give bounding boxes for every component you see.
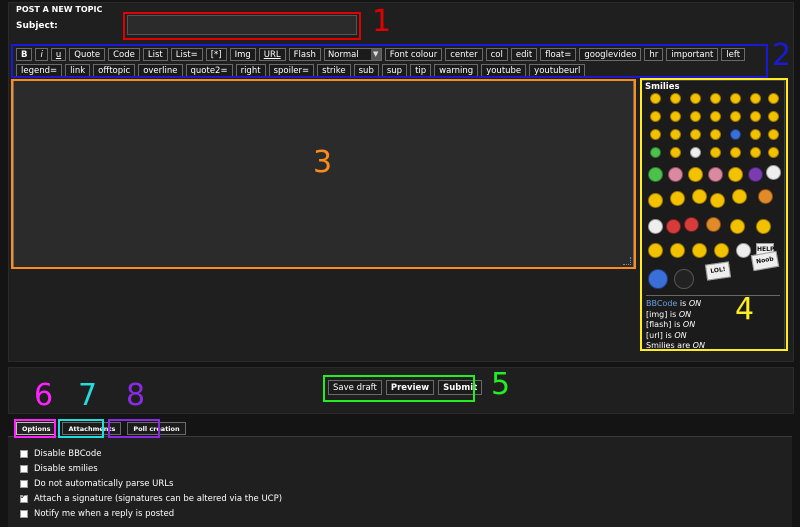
annotation-box-6 (14, 419, 56, 438)
annotation-label-8: 8 (126, 378, 146, 413)
checkbox[interactable] (20, 449, 28, 458)
annotation-box-5 (323, 375, 475, 402)
annotation-label-7: 7 (78, 378, 98, 413)
annotation-box-2 (11, 44, 768, 78)
option-label: Disable smilies (34, 463, 98, 474)
checkbox-checked[interactable] (20, 492, 28, 503)
option-label: Disable BBCode (34, 448, 102, 459)
option-label: Do not automatically parse URLs (34, 478, 174, 489)
annotation-label-2: 2 (772, 38, 792, 73)
checkbox[interactable] (20, 509, 28, 518)
checkbox[interactable] (20, 479, 28, 488)
subject-label: Subject: (16, 21, 58, 31)
annotation-box-8 (108, 419, 160, 438)
annotation-label-3: 3 (313, 145, 333, 180)
page-title: POST A NEW TOPIC (16, 5, 103, 14)
annotation-label-1: 1 (372, 4, 392, 39)
annotation-label-4: 4 (735, 292, 755, 327)
option-label: Attach a signature (signatures can be al… (34, 493, 283, 504)
checkbox[interactable] (20, 464, 28, 473)
option-disable-bbcode[interactable]: Disable BBCode (20, 446, 282, 461)
annotation-box-4 (640, 78, 788, 351)
annotation-label-5: 5 (491, 367, 511, 402)
option-attach-signature[interactable]: Attach a signature (signatures can be al… (20, 491, 282, 506)
annotation-label-6: 6 (34, 378, 54, 413)
annotation-box-7 (58, 419, 104, 438)
options-list: Disable BBCode Disable smilies Do not au… (20, 446, 282, 521)
option-disable-smilies[interactable]: Disable smilies (20, 461, 282, 476)
option-label: Notify me when a reply is posted (34, 508, 175, 519)
annotation-box-1 (123, 12, 361, 40)
option-no-parse-urls[interactable]: Do not automatically parse URLs (20, 476, 282, 491)
